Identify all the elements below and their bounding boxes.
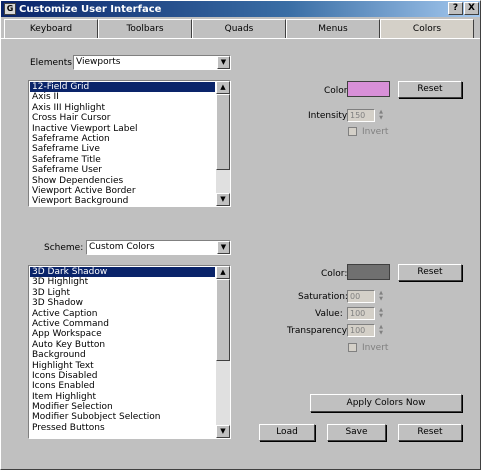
help-button[interactable]: ? [448,2,463,15]
list-item[interactable]: Highlight Text [30,361,215,371]
list-item[interactable]: Active Caption [30,309,215,319]
viewport-color-swatch[interactable] [347,81,390,97]
tab-strip: Keyboard Toolbars Quads Menus Colors [1,19,480,39]
list-item[interactable]: Show Dependencies [30,176,215,186]
tab-menus[interactable]: Menus [286,19,380,38]
scheme-dropdown[interactable]: Custom Colors ▼ [86,240,231,255]
list-item[interactable]: Safeframe Action [30,134,215,144]
list-item[interactable]: 3D Dark Shadow [30,267,215,278]
list-item[interactable]: Cross Hair Cursor [30,113,215,123]
list-item[interactable]: Viewport Active Border [30,186,215,196]
list-item[interactable]: Auto Key Button [30,340,215,350]
elements-dropdown[interactable]: Viewports ▼ [73,55,231,70]
list-item[interactable]: Safeframe Live [30,144,215,154]
transparency-spinner[interactable]: ▲ ▼ [377,324,385,337]
list-item[interactable]: Axis III Highlight [30,103,215,113]
saturation-field[interactable]: 00 [347,290,375,303]
viewport-invert-checkbox[interactable] [348,127,357,136]
list-item[interactable]: Axis II [30,92,215,102]
saturation-spinner[interactable]: ▲ ▼ [377,290,385,303]
list-item[interactable]: Modifier Selection [30,402,215,412]
saturation-label: Saturation: [298,292,348,302]
list-item[interactable]: Safeframe User [30,165,215,175]
list-item[interactable]: Modifier Subobject Selection [30,412,215,422]
list-item[interactable]: Viewport Background [30,196,215,205]
scroll-down-icon[interactable]: ▼ [216,425,230,438]
transparency-label: Transparency: [287,326,350,336]
list-item[interactable]: Icons Enabled [30,381,215,391]
scroll-up-icon[interactable]: ▲ [216,266,230,279]
scroll-thumb[interactable] [216,94,230,170]
scheme-list-items: 3D Dark Shadow 3D Highlight 3D Light 3D Sha… [30,267,215,437]
scroll-down-icon[interactable]: ▼ [216,193,230,206]
intensity-field[interactable]: 150 [347,109,375,122]
list-item[interactable]: 3D Shadow [30,298,215,308]
load-button[interactable]: Load [259,424,315,441]
scheme-value: Custom Colors [89,242,155,252]
customize-ui-window: G Customize User Interface ? X Keyboard … [0,0,481,470]
reset-button[interactable]: Reset [398,424,462,441]
scheme-invert-label: Invert [362,343,389,353]
list-item[interactable]: Icons Disabled [30,371,215,381]
app-icon: G [4,3,16,15]
scheme-color-swatch[interactable] [347,264,390,280]
transparency-field[interactable]: 100 [347,324,375,337]
value-field[interactable]: 100 [347,307,375,320]
colors-panel: Elements: Viewports ▼ 12-Field Grid Axis … [1,38,480,469]
elements-label: Elements: [30,58,75,68]
save-button[interactable]: Save [327,424,386,441]
tab-keyboard[interactable]: Keyboard [4,19,98,38]
elements-list-items: 12-Field Grid Axis II Axis III Highlight Cr… [30,82,215,205]
tab-toolbars[interactable]: Toolbars [98,19,192,38]
intensity-label: Intensity: [308,111,350,121]
list-item[interactable]: 3D Light [30,288,215,298]
elements-listbox[interactable]: 12-Field Grid Axis II Axis III Highlight Cr… [28,80,231,207]
list-item[interactable]: Safeframe Title [30,155,215,165]
tab-colors[interactable]: Colors [380,19,474,39]
scheme-scrollbar[interactable]: ▲ ▼ [216,266,230,438]
scheme-invert-checkbox[interactable] [348,343,357,352]
title-bar[interactable]: G Customize User Interface ? X [1,1,480,17]
list-item[interactable]: Active Command [30,319,215,329]
list-item[interactable]: Background [30,350,215,360]
list-item[interactable]: 3D Highlight [30,277,215,287]
intensity-spinner[interactable]: ▲ ▼ [377,109,385,122]
scheme-label: Scheme: [44,243,84,253]
window-title: Customize User Interface [19,3,162,15]
apply-colors-now-button[interactable]: Apply Colors Now [310,394,462,412]
scheme-color-label: Color: [321,269,348,279]
viewport-invert-label: Invert [362,127,389,137]
scroll-thumb[interactable] [216,279,230,361]
value-spinner[interactable]: ▲ ▼ [377,307,385,320]
scheme-listbox[interactable]: 3D Dark Shadow 3D Highlight 3D Light 3D Sha… [28,265,231,439]
value-label: Value: [315,309,343,319]
chevron-down-icon[interactable]: ▼ [217,241,230,254]
scheme-reset-button[interactable]: Reset [398,264,462,281]
tab-quads[interactable]: Quads [192,19,286,38]
list-item[interactable]: Pressed Buttons [30,423,215,433]
elements-value: Viewports [76,57,121,67]
elements-scrollbar[interactable]: ▲ ▼ [216,81,230,206]
list-item[interactable]: Inactive Viewport Label [30,124,215,134]
list-item[interactable]: 12-Field Grid [30,82,215,93]
scroll-up-icon[interactable]: ▲ [216,81,230,94]
close-button[interactable]: X [464,2,479,15]
chevron-down-icon[interactable]: ▼ [217,56,230,69]
list-item[interactable]: App Workspace [30,329,215,339]
viewport-reset-button[interactable]: Reset [398,81,462,98]
list-item[interactable]: Item Highlight [30,392,215,402]
